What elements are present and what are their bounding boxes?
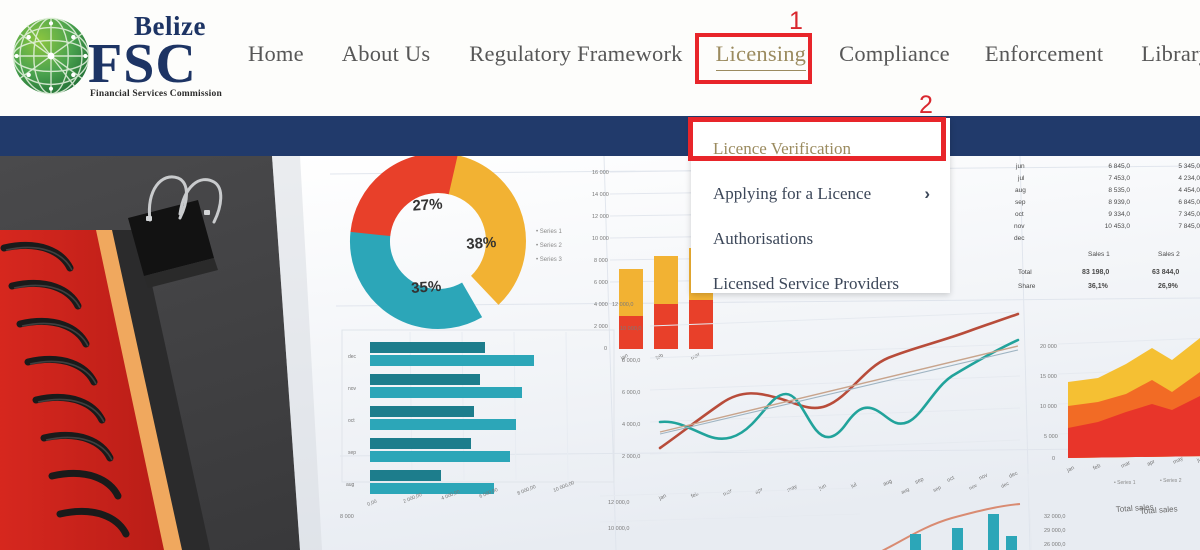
svg-text:nov: nov xyxy=(348,386,357,392)
svg-text:7 845,0: 7 845,0 xyxy=(1178,223,1200,230)
svg-text:10 000,0: 10 000,0 xyxy=(608,526,629,532)
svg-text:sep: sep xyxy=(348,450,356,456)
svg-text:32 000,0: 32 000,0 xyxy=(1044,514,1065,520)
dropdown-item-label: Applying for a Licence xyxy=(713,184,872,203)
svg-text:6 000: 6 000 xyxy=(594,280,608,286)
svg-text:14 000: 14 000 xyxy=(592,192,609,198)
svg-text:27%: 27% xyxy=(412,196,443,215)
svg-text:4 000,0: 4 000,0 xyxy=(622,422,640,428)
svg-text:• Series 2: • Series 2 xyxy=(1160,478,1182,484)
svg-text:jul: jul xyxy=(1017,175,1025,182)
svg-text:2 000: 2 000 xyxy=(594,324,608,330)
svg-text:12 000,0: 12 000,0 xyxy=(612,302,633,308)
svg-text:aug: aug xyxy=(346,482,355,488)
svg-text:8 535,0: 8 535,0 xyxy=(1108,187,1130,194)
svg-text:83 198,0: 83 198,0 xyxy=(1082,269,1109,276)
svg-text:36,1%: 36,1% xyxy=(1088,283,1109,290)
navy-accent-bar xyxy=(0,116,1200,156)
svg-text:26 000,0: 26 000,0 xyxy=(1044,542,1065,548)
svg-text:dec: dec xyxy=(348,354,357,360)
logo-brand-line2: FSC xyxy=(88,32,197,95)
svg-text:38%: 38% xyxy=(466,234,497,253)
svg-text:2 000,0: 2 000,0 xyxy=(622,454,640,460)
svg-text:10 000,0: 10 000,0 xyxy=(620,326,641,332)
svg-text:• Series 1: • Series 1 xyxy=(536,229,562,235)
dropdown-item-label: Licensed Service Providers xyxy=(713,274,899,293)
svg-text:aug: aug xyxy=(1015,187,1026,194)
svg-text:15 000: 15 000 xyxy=(1040,374,1057,380)
svg-text:35%: 35% xyxy=(411,278,442,297)
svg-text:Sales 1: Sales 1 xyxy=(1088,251,1110,258)
nav-item-enforcement[interactable]: Enforcement xyxy=(985,40,1103,68)
dropdown-item-label: Authorisations xyxy=(713,229,814,248)
svg-text:oct: oct xyxy=(348,418,355,424)
site-header: Belize FSC Financial Services Commission… xyxy=(0,0,1200,116)
svg-text:jun: jun xyxy=(1015,163,1025,170)
nav-item-regulatory-framework[interactable]: Regulatory Framework xyxy=(469,40,682,68)
svg-text:oct: oct xyxy=(1015,211,1024,218)
site-logo[interactable]: Belize FSC Financial Services Commission xyxy=(8,6,222,106)
hero-banner-image: 27% 38% 35% • Series 1 • Series 2 • Seri… xyxy=(0,156,1200,550)
dropdown-item-licensed-service-providers[interactable]: Licensed Service Providers xyxy=(691,261,950,306)
svg-text:6 000,0: 6 000,0 xyxy=(622,390,640,396)
svg-text:nov: nov xyxy=(1014,223,1025,230)
logo-tagline: Financial Services Commission xyxy=(90,89,222,100)
svg-text:63 844,0: 63 844,0 xyxy=(1152,269,1179,276)
svg-text:sep: sep xyxy=(1015,199,1026,206)
svg-text:5 345,0: 5 345,0 xyxy=(1178,163,1200,170)
svg-text:6 845,0: 6 845,0 xyxy=(1178,199,1200,206)
svg-text:10 000: 10 000 xyxy=(1040,404,1057,410)
svg-text:29 000,0: 29 000,0 xyxy=(1044,528,1065,534)
svg-text:7 345,0: 7 345,0 xyxy=(1178,211,1200,218)
dropdown-item-licence-verification[interactable]: Licence Verification xyxy=(691,126,950,171)
svg-text:8 939,0: 8 939,0 xyxy=(1108,199,1130,206)
svg-text:0: 0 xyxy=(604,346,607,352)
svg-text:6 845,0: 6 845,0 xyxy=(1108,163,1130,170)
svg-text:8 000,0: 8 000,0 xyxy=(622,358,640,364)
main-navigation: Home About Us Regulatory Framework Licen… xyxy=(248,40,1200,71)
svg-text:0: 0 xyxy=(1052,456,1055,462)
svg-text:Share: Share xyxy=(1018,283,1036,290)
dropdown-item-authorisations[interactable]: Authorisations xyxy=(691,216,950,261)
svg-text:12 000: 12 000 xyxy=(592,214,609,220)
svg-text:• Series 2: • Series 2 xyxy=(536,243,562,249)
svg-text:4 000: 4 000 xyxy=(594,302,608,308)
svg-text:16 000: 16 000 xyxy=(592,170,609,176)
svg-text:10 000: 10 000 xyxy=(592,236,609,242)
svg-text:12 000,0: 12 000,0 xyxy=(608,500,629,506)
svg-text:20 000: 20 000 xyxy=(1040,344,1057,350)
nav-item-home[interactable]: Home xyxy=(248,40,304,68)
globe-icon xyxy=(12,17,90,95)
page-root: 27% 38% 35% • Series 1 • Series 2 • Seri… xyxy=(0,0,1200,550)
svg-text:Total: Total xyxy=(1018,269,1032,276)
svg-text:9 334,0: 9 334,0 xyxy=(1108,211,1130,218)
chevron-right-icon: › xyxy=(924,184,930,203)
nav-item-about-us[interactable]: About Us xyxy=(342,40,430,68)
svg-text:26,9%: 26,9% xyxy=(1158,283,1179,290)
svg-text:8 000: 8 000 xyxy=(340,514,354,520)
svg-text:• Series 1: • Series 1 xyxy=(1114,480,1136,486)
dropdown-item-label: Licence Verification xyxy=(713,139,851,158)
nav-item-library[interactable]: Library xyxy=(1141,40,1200,68)
svg-text:7 453,0: 7 453,0 xyxy=(1108,175,1130,182)
svg-text:4 454,0: 4 454,0 xyxy=(1178,187,1200,194)
svg-text:10 453,0: 10 453,0 xyxy=(1105,223,1131,230)
licensing-dropdown-menu: Licence Verification Applying for a Lice… xyxy=(691,118,950,293)
svg-text:• Series 3: • Series 3 xyxy=(536,257,562,263)
nav-item-licensing[interactable]: Licensing xyxy=(715,40,807,71)
svg-text:5 000: 5 000 xyxy=(1044,434,1058,440)
svg-text:4 234,0: 4 234,0 xyxy=(1178,175,1200,182)
nav-item-compliance[interactable]: Compliance xyxy=(839,40,950,68)
svg-text:Sales 2: Sales 2 xyxy=(1158,251,1180,258)
svg-text:dec: dec xyxy=(1014,235,1025,242)
dropdown-item-applying-for-a-licence[interactable]: Applying for a Licence › xyxy=(691,171,950,216)
svg-text:8 000: 8 000 xyxy=(594,258,608,264)
